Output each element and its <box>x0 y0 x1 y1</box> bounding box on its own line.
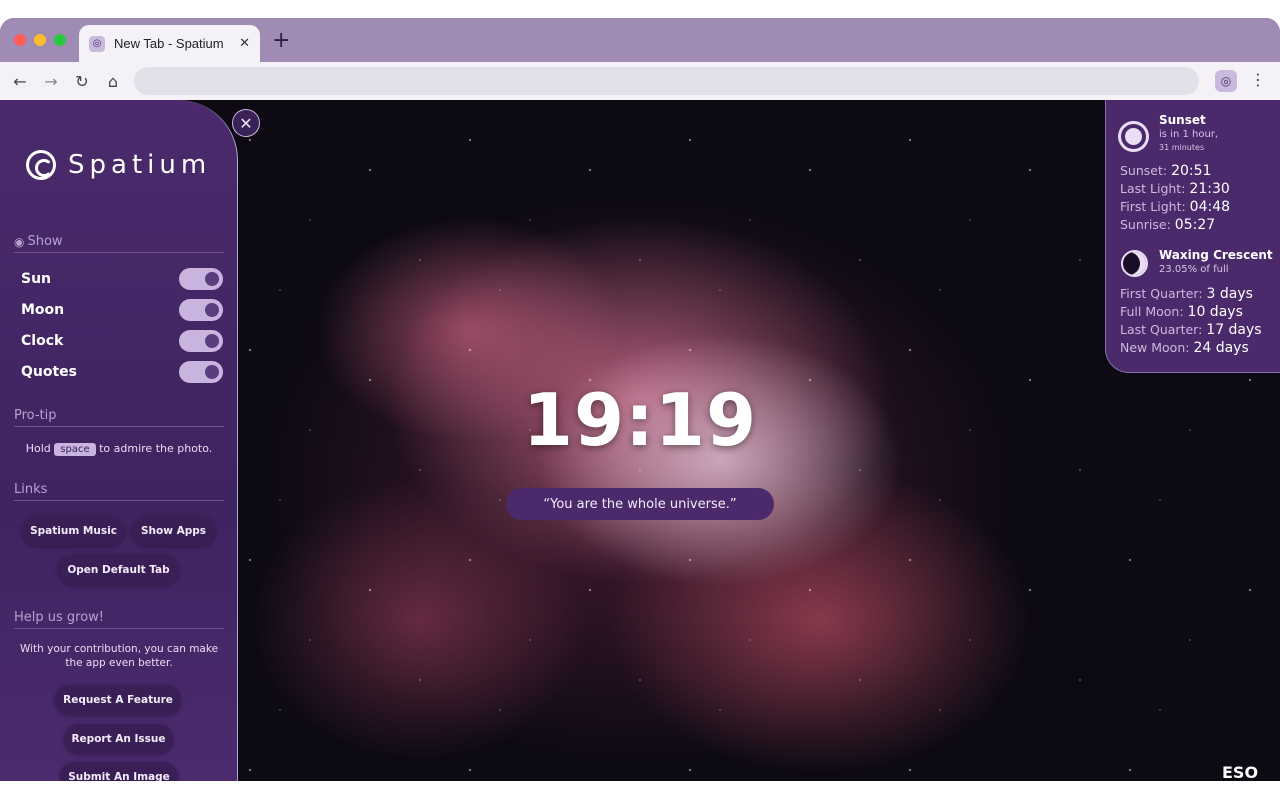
spiral-icon <box>26 150 56 180</box>
spatium-music-button[interactable]: Spatium Music <box>22 516 125 546</box>
moon-row: Last Quarter: 17 days <box>1120 322 1262 338</box>
toggle-row-quotes: Quotes <box>21 361 223 383</box>
close-icon[interactable]: ✕ <box>232 109 260 137</box>
submit-image-button[interactable]: Submit An Image <box>60 762 178 781</box>
sun-icon <box>1121 124 1146 149</box>
protip-text: Hold space to admire the photo. <box>25 442 213 456</box>
close-window-button[interactable] <box>14 34 26 46</box>
section-title-protip: Pro-tip <box>14 408 224 427</box>
moon-row: New Moon: 24 days <box>1120 340 1249 356</box>
forward-icon[interactable]: → <box>40 70 62 92</box>
spatium-extension-icon[interactable]: ◎ <box>1215 70 1237 92</box>
space-key-badge: space <box>54 443 96 456</box>
quote: “You are the whole universe.” <box>506 488 774 520</box>
sun-toggle[interactable] <box>179 268 223 290</box>
request-feature-button[interactable]: Request A Feature <box>55 685 181 715</box>
reload-icon[interactable]: ↻ <box>71 70 93 92</box>
toggle-label: Quotes <box>21 364 78 380</box>
toggle-row-sun: Sun <box>21 268 223 290</box>
brand-logo: Spatium <box>26 150 211 180</box>
sun-row: First Light: 04:48 <box>1120 199 1231 215</box>
minimize-window-button[interactable] <box>34 34 46 46</box>
moon-row: Full Moon: 10 days <box>1120 304 1243 320</box>
browser-window: ◎ New Tab - Spatium ✕ + ← → ↻ ⌂ ◎ ⋮ Spat… <box>0 18 1280 781</box>
address-bar[interactable] <box>134 67 1199 95</box>
sun-moon-panel: Sunset is in 1 hour, 31 minutes Sunset: … <box>1105 100 1280 373</box>
toggle-label: Clock <box>21 333 64 349</box>
menu-icon[interactable]: ⋮ <box>1250 70 1266 92</box>
sunset-countdown: is in 1 hour, <box>1159 129 1219 140</box>
moon-icon <box>1121 250 1148 277</box>
report-issue-button[interactable]: Report An Issue <box>64 724 173 754</box>
show-apps-button[interactable]: Show Apps <box>132 516 215 546</box>
space-background: Spatium ◉ Show Sun Moon Clock Quotes Pro… <box>0 100 1280 781</box>
tab-title: New Tab - Spatium <box>114 36 224 51</box>
sunset-countdown-detail: 31 minutes <box>1159 143 1205 152</box>
moon-row: First Quarter: 3 days <box>1120 286 1253 302</box>
eye-icon: ◉ <box>14 234 25 249</box>
toggle-row-clock: Clock <box>21 330 223 352</box>
sun-row: Sunset: 20:51 <box>1120 163 1212 179</box>
clock: 19:19 <box>522 378 758 462</box>
new-tab-button[interactable]: + <box>272 30 290 52</box>
toggle-label: Sun <box>21 271 52 287</box>
home-icon[interactable]: ⌂ <box>102 70 124 92</box>
quotes-toggle[interactable] <box>179 361 223 383</box>
moon-phase-title: Waxing Crescent <box>1159 248 1273 262</box>
browser-toolbar: ← → ↻ ⌂ ◎ ⋮ <box>0 62 1280 100</box>
sun-row: Last Light: 21:30 <box>1120 181 1230 197</box>
tab-new-tab[interactable]: ◎ New Tab - Spatium ✕ <box>79 25 260 62</box>
brand-name: Spatium <box>68 150 212 180</box>
toggle-row-moon: Moon <box>21 299 223 321</box>
moon-toggle[interactable] <box>179 299 223 321</box>
spiral-icon: ◎ <box>89 35 105 52</box>
section-title-links: Links <box>14 482 224 501</box>
back-icon[interactable]: ← <box>9 70 31 92</box>
clock-toggle[interactable] <box>179 330 223 352</box>
sidebar: Spatium ◉ Show Sun Moon Clock Quotes Pro… <box>0 100 238 781</box>
tab-bar: ◎ New Tab - Spatium ✕ + <box>0 18 1280 62</box>
sunset-title: Sunset <box>1159 113 1206 127</box>
close-icon[interactable]: ✕ <box>239 36 250 51</box>
section-title-help: Help us grow! <box>14 610 224 629</box>
moon-illumination: 23.05% of full <box>1159 264 1229 275</box>
sun-row: Sunrise: 05:27 <box>1120 217 1216 233</box>
toggle-label: Moon <box>21 302 65 318</box>
help-text: With your contribution, you can make the… <box>19 643 219 669</box>
open-default-tab-button[interactable]: Open Default Tab <box>58 555 179 585</box>
maximize-window-button[interactable] <box>54 34 66 46</box>
photo-credit: ESO <box>1222 763 1259 781</box>
section-title-show: ◉ Show <box>14 234 224 253</box>
